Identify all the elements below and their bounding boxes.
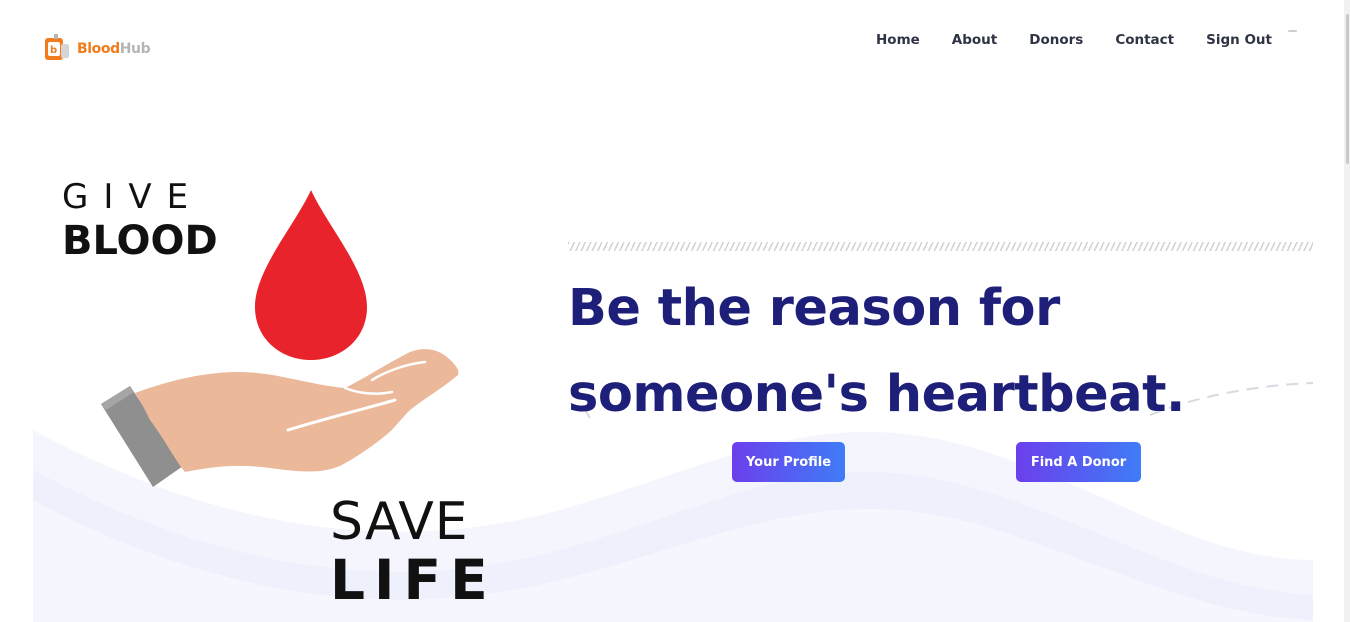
brand-name-hub: Hub — [119, 41, 151, 57]
brand-logo[interactable]: b BloodHub — [42, 32, 151, 66]
brand-name-blood: Blood — [77, 41, 120, 57]
nav-home[interactable]: Home — [860, 31, 936, 49]
svg-text:b: b — [50, 45, 57, 56]
main-nav: Home About Donors Contact Sign Out — [860, 31, 1288, 49]
find-donor-button[interactable]: Find A Donor — [1016, 442, 1141, 482]
open-hand-icon — [135, 349, 459, 472]
brand-name: BloodHub — [77, 41, 151, 57]
nav-sign-out[interactable]: Sign Out — [1190, 31, 1288, 49]
blood-wordmark: BLOOD — [62, 218, 218, 260]
nav-contact[interactable]: Contact — [1099, 31, 1190, 49]
nav-about[interactable]: About — [936, 31, 1013, 49]
save-label: SAVE — [330, 492, 469, 552]
hero-headline: Be the reason for someone's heartbeat. — [568, 266, 1328, 438]
blood-word-text: BLOOD — [62, 218, 218, 260]
your-profile-button[interactable]: Your Profile — [732, 442, 845, 482]
header-mark — [1288, 30, 1297, 32]
headline-line-2: someone's heartbeat. — [568, 365, 1185, 424]
blood-bag-icon: b — [45, 34, 69, 60]
nav-donors[interactable]: Donors — [1013, 31, 1099, 49]
headline-line-1: Be the reason for — [568, 279, 1060, 338]
life-label: LIFE — [330, 548, 497, 612]
page-scrollbar[interactable] — [1344, 0, 1350, 622]
decorative-hatch-line — [568, 242, 1313, 251]
blood-drop-icon — [255, 190, 367, 360]
scrollbar-thumb[interactable] — [1346, 14, 1349, 164]
give-label: GIVE — [62, 177, 204, 217]
